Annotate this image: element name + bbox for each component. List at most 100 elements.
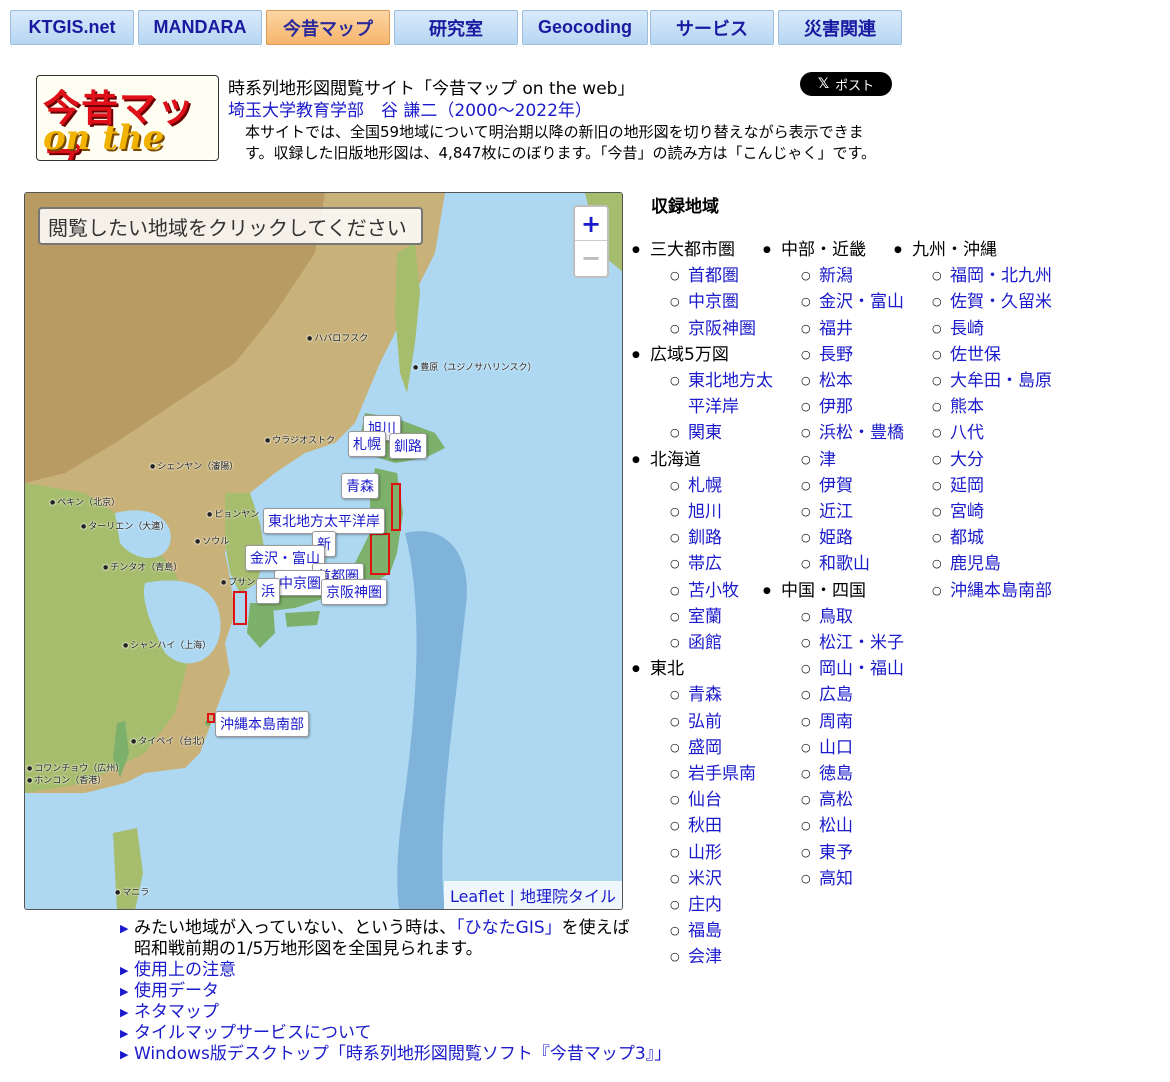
region-link[interactable]: 山口 (801, 735, 904, 761)
region-link[interactable]: 宮崎 (932, 499, 1052, 525)
post-button-label: ポスト (835, 78, 875, 94)
map-instruction: 閲覧したい地域をクリックしてください (38, 207, 423, 245)
region-link[interactable]: 松本 (801, 368, 904, 394)
region-link[interactable]: 新潟 (801, 263, 904, 289)
region-link[interactable]: 和歌山 (801, 551, 904, 577)
hinata-note-text: みたい地域が入っていない、という時は、 (134, 918, 457, 938)
region-link[interactable]: 福岡・北九州 (932, 263, 1052, 289)
region-link[interactable]: 長野 (801, 342, 904, 368)
map-label-kushiro[interactable]: 釧路 (389, 433, 427, 459)
region-link[interactable]: 鳥取 (801, 604, 904, 630)
region-column-1: 三大都市圏 首都圏 中京圏 京阪神圏 広域5万図 東北地方太平洋岸 関東 北海道… (632, 237, 780, 971)
logo-subtitle: on the web (43, 118, 165, 160)
region-link[interactable]: 沖縄本島南部 (932, 578, 1052, 604)
place-vladivostok: ウラジオストク (265, 433, 335, 446)
region-link[interactable]: 松山 (801, 813, 904, 839)
region-link[interactable]: 高松 (801, 787, 904, 813)
tab-disaster[interactable]: 災害関連 (778, 10, 902, 45)
neta-map-link[interactable]: ネタマップ (134, 1002, 219, 1022)
region-link[interactable]: 庄内 (670, 892, 780, 918)
place-taipei: タイペイ（台北） (131, 734, 210, 747)
place-shanghai: シャンハイ（上海） (123, 638, 211, 651)
footer-links: みたい地域が入っていない、という時は、「ひなたGIS」を使えば 昭和戦前期の1/… (120, 918, 671, 1065)
tab-konjaku-map[interactable]: 今昔マップ (266, 10, 390, 45)
region-box[interactable] (233, 591, 247, 625)
category-label: 広域5万図 (650, 344, 729, 365)
tab-service[interactable]: サービス (650, 10, 774, 45)
zoom-in-button[interactable]: + (575, 207, 607, 241)
tab-mandara[interactable]: MANDARA (138, 10, 262, 45)
region-link[interactable]: 周南 (801, 709, 904, 735)
region-link[interactable]: 長崎 (932, 316, 1052, 342)
category-label: 中部・近畿 (781, 240, 866, 260)
region-link[interactable]: 大分 (932, 447, 1052, 473)
region-link[interactable]: 津 (801, 447, 904, 473)
region-link[interactable]: 高知 (801, 866, 904, 892)
region-link[interactable]: 姫路 (801, 525, 904, 551)
map-label-keihanshin[interactable]: 京阪神圏 (321, 579, 387, 605)
zoom-control: + − (573, 205, 609, 278)
place-shenyang: シェンヤン（瀋陽） (150, 459, 238, 472)
category-label: 九州・沖縄 (912, 240, 997, 260)
place-beijing: ペキン（北京） (50, 495, 120, 508)
place-seoul: ソウル (195, 534, 229, 547)
region-link[interactable]: 岡山・福山 (801, 656, 904, 682)
region-link[interactable]: 浜松・豊橋 (801, 420, 904, 446)
hinata-note: みたい地域が入っていない、という時は、「ひなたGIS」を使えば (120, 918, 671, 939)
region-link[interactable]: 都城 (932, 525, 1052, 551)
tile-service-link[interactable]: タイルマップサービスについて (134, 1023, 372, 1043)
region-link[interactable]: 佐世保 (932, 342, 1052, 368)
x-logo-icon: 𝕏 (817, 76, 830, 92)
region-link[interactable]: 熊本 (932, 394, 1052, 420)
region-link[interactable]: 東予 (801, 840, 904, 866)
tab-lab[interactable]: 研究室 (394, 10, 518, 45)
zoom-out-button[interactable]: − (575, 241, 607, 275)
region-link[interactable]: 伊賀 (801, 473, 904, 499)
region-link[interactable]: 広島 (801, 682, 904, 708)
tab-ktgis[interactable]: KTGIS.net (10, 10, 134, 45)
region-link[interactable]: 大牟田・島原 (932, 368, 1052, 394)
site-logo: 今昔マップ on the web (36, 75, 219, 161)
place-dalian: ターリエン（大連） (81, 519, 169, 532)
region-link[interactable]: 鹿児島 (932, 551, 1052, 577)
tab-geocoding[interactable]: Geocoding (522, 10, 648, 45)
map-label-aomori[interactable]: 青森 (341, 473, 379, 499)
place-qingdao: チンタオ（青島） (103, 560, 182, 573)
intro-text: 本サイトでは、全国59地域について明治期以降の新旧の地形図を切り替えながら表示で… (245, 123, 876, 162)
region-link[interactable]: 福井 (801, 316, 904, 342)
region-box[interactable] (207, 713, 215, 723)
category-label: 東北 (650, 659, 684, 680)
category-label: 中国・四国 (781, 580, 866, 601)
region-column-3: 九州・沖縄 福岡・北九州 佐賀・久留米 長崎 佐世保 大牟田・島原 熊本 八代 … (894, 237, 1052, 604)
region-link[interactable]: 近江 (801, 499, 904, 525)
category-label: 北海道 (650, 449, 701, 470)
hinata-gis-link[interactable]: 「ひなたGIS」 (456, 918, 561, 938)
region-link[interactable]: 会津 (670, 944, 780, 970)
map-attribution[interactable]: Leaflet | 地理院タイル (443, 881, 622, 909)
place-khabarovsk: ハバロフスク (307, 331, 368, 344)
x-post-button[interactable]: 𝕏 ポスト (800, 72, 892, 96)
region-link[interactable]: 福島 (670, 918, 780, 944)
region-link[interactable]: 徳島 (801, 761, 904, 787)
map-label-chukyo[interactable]: 中京圏 (274, 570, 326, 596)
map-label-hamamatsu[interactable]: 浜 (256, 578, 280, 604)
region-link[interactable]: 佐賀・久留米 (932, 289, 1052, 315)
region-link[interactable]: 延岡 (932, 473, 1052, 499)
region-box[interactable] (391, 483, 401, 531)
region-column-2: 中部・近畿 新潟 金沢・富山 福井 長野 松本 伊那 浜松・豊橋 津 伊賀 近江… (763, 237, 904, 892)
region-link[interactable]: 松江・米子 (801, 630, 904, 656)
map-viewer[interactable]: ハバロフスク 豊原（ユジノサハリンスク） ウラジオストク シェンヤン（瀋陽） ペ… (24, 192, 623, 910)
region-link[interactable]: 伊那 (801, 394, 904, 420)
category-label: 三大都市圏 (650, 240, 735, 260)
region-link[interactable]: 金沢・富山 (801, 289, 904, 315)
region-box[interactable] (370, 533, 390, 575)
map-label-sapporo[interactable]: 札幌 (348, 431, 386, 457)
usage-notes-link[interactable]: 使用上の注意 (134, 960, 236, 980)
data-sources-link[interactable]: 使用データ (134, 981, 219, 1001)
region-link[interactable]: 八代 (932, 420, 1052, 446)
map-label-okinawa[interactable]: 沖縄本島南部 (215, 711, 309, 737)
author-link[interactable]: 埼玉大学教育学部 谷 謙二（2000〜2022年） (228, 96, 592, 121)
place-yuzhno-sakhalinsk: 豊原（ユジノサハリンスク） (413, 360, 536, 373)
place-manila: マニラ (115, 885, 149, 898)
windows-desktop-link[interactable]: Windows版デスクトップ「時系列地形図閲覧ソフト『今昔マップ3』」 (134, 1044, 671, 1064)
